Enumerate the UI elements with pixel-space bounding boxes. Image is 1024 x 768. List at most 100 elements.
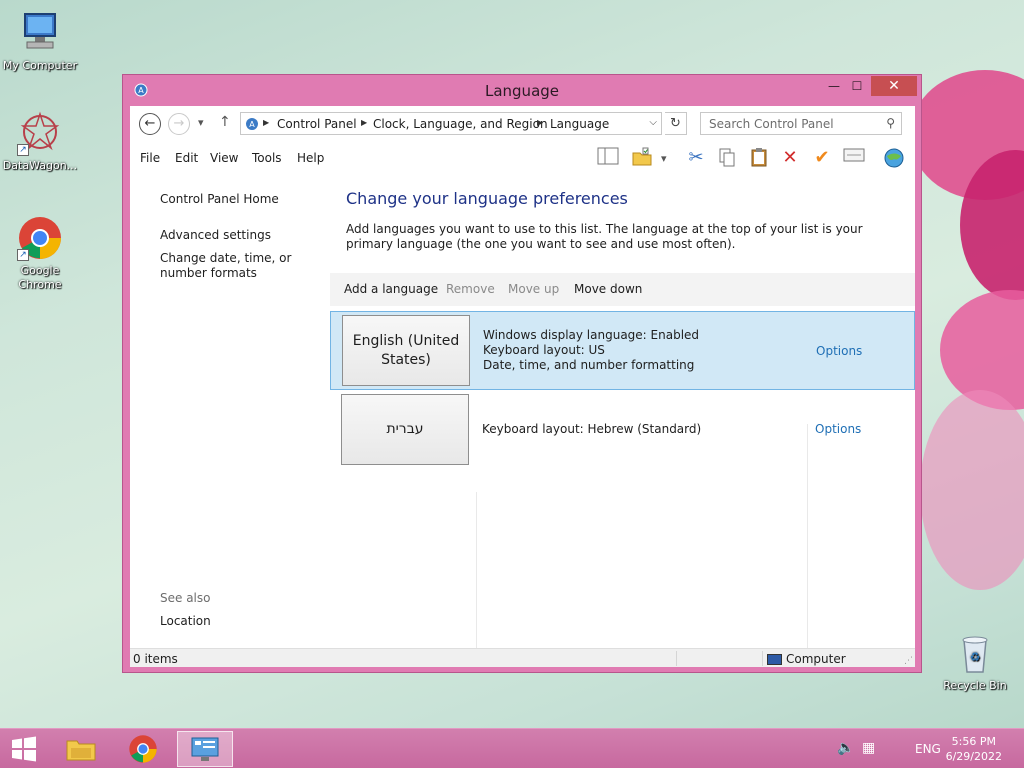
desktop-icon-my-computer[interactable]: My Computer [0, 10, 80, 73]
language-details: Keyboard layout: Hebrew (Standard) [482, 422, 701, 437]
menu-file[interactable]: File [140, 151, 160, 165]
breadcrumb-separator-icon: ▶ [263, 118, 270, 127]
address-row: ← → ▾ ↑ A ▶ Control Panel ▶ Clock, Langu… [130, 106, 915, 142]
menu-view[interactable]: View [210, 151, 238, 165]
refresh-button[interactable]: ↻ [665, 112, 687, 135]
page-title: Change your language preferences [346, 189, 628, 208]
language-options-link[interactable]: Options [815, 422, 861, 436]
properties-icon[interactable] [842, 147, 866, 169]
maximize-button[interactable]: ☐ [844, 76, 870, 96]
breadcrumb-language[interactable]: Language [550, 117, 609, 131]
up-arrow-icon[interactable]: ↑ [219, 114, 231, 130]
desktop-icon-label: Recycle Bin [943, 679, 1007, 692]
resize-grip-icon[interactable]: ⋰ [904, 656, 913, 666]
control-panel-icon [191, 737, 219, 761]
main-content-pane: Change your language preferences Add lan… [330, 174, 915, 648]
language-options-link[interactable]: Options [816, 344, 862, 358]
start-button[interactable] [0, 731, 48, 767]
svg-text:♻: ♻ [970, 650, 981, 664]
svg-text:A: A [249, 120, 255, 129]
forward-button[interactable]: → [168, 113, 190, 135]
search-icon[interactable]: ⚲ [886, 116, 895, 130]
move-up-button[interactable]: Move up [508, 282, 559, 296]
language-window: A Language — ☐ ✕ ← → ▾ ↑ A ▶ Control Pan… [122, 74, 922, 673]
checkmark-icon[interactable]: ✔ [810, 147, 834, 169]
menu-bar: File Edit View Tools Help ▾ ✂ ✕ ✔ [130, 142, 915, 174]
menu-help[interactable]: Help [297, 151, 324, 165]
computer-icon [17, 10, 63, 56]
status-item-count: 0 items [133, 652, 178, 666]
breadcrumb-separator-icon[interactable]: ▶ [537, 118, 543, 127]
clock-date: 6/29/2022 [945, 750, 1002, 763]
search-box[interactable]: ⚲ [700, 112, 902, 135]
search-input[interactable] [709, 115, 879, 132]
breadcrumb-clock-language-region[interactable]: Clock, Language, and Region [373, 117, 548, 131]
layout-pane-icon[interactable] [596, 147, 620, 169]
language-detail: Keyboard layout: US [483, 343, 605, 357]
language-list-toolbar: Add a language Remove Move up Move down [330, 273, 915, 306]
address-bar[interactable]: A ▶ Control Panel ▶ Clock, Language, and… [240, 112, 662, 135]
see-also-label: See also [160, 591, 211, 605]
globe-icon[interactable] [882, 147, 906, 169]
desktop-icon-label: Google Chrome [18, 264, 62, 291]
status-divider [762, 651, 763, 666]
windows-logo-icon [12, 736, 36, 762]
menu-edit[interactable]: Edit [175, 151, 198, 165]
left-navigation-pane: Control Panel Home Advanced settings Cha… [130, 174, 330, 648]
taskbar: 🔈 ▦ ENG 5:56 PM 6/29/2022 [0, 728, 1024, 768]
folder-options-icon[interactable] [630, 147, 654, 169]
desktop-icon-recycle-bin[interactable]: ♻ Recycle Bin [935, 630, 1015, 693]
status-location: Computer [786, 652, 846, 666]
back-button[interactable]: ← [139, 113, 161, 135]
page-description: Add languages you want to use to this li… [346, 222, 863, 251]
delete-icon[interactable]: ✕ [778, 147, 802, 169]
recycle-bin-icon: ♻ [952, 630, 998, 676]
desktop-icon-google-chrome[interactable]: ↗ Google Chrome [0, 215, 80, 292]
language-row-hebrew[interactable]: עברית Keyboard layout: Hebrew (Standard)… [330, 391, 915, 470]
clock-time: 5:56 PM [951, 735, 996, 748]
taskbar-file-explorer[interactable] [53, 731, 109, 767]
location-link[interactable]: Location [160, 614, 211, 629]
volume-muted-icon[interactable]: 🔈 [837, 740, 854, 768]
system-clock[interactable]: 5:56 PM 6/29/2022 [946, 734, 1002, 764]
language-row-english[interactable]: English (United States) Windows display … [330, 311, 915, 390]
breadcrumb-separator-icon[interactable]: ▶ [361, 118, 367, 127]
taskbar-control-panel[interactable] [177, 731, 233, 767]
copy-icon[interactable] [715, 147, 739, 169]
cut-icon[interactable]: ✂ [684, 147, 708, 169]
close-button[interactable]: ✕ [871, 76, 917, 96]
window-title: Language [484, 82, 560, 100]
advanced-settings-link[interactable]: Advanced settings [160, 228, 271, 243]
desktop-icon-datawagon[interactable]: ↗ DataWagon... [0, 110, 80, 173]
computer-icon [767, 654, 782, 665]
chrome-icon: ↗ [17, 215, 63, 261]
language-tile[interactable]: עברית [341, 394, 469, 465]
remove-language-button[interactable]: Remove [446, 282, 495, 296]
file-explorer-icon [66, 740, 96, 761]
breadcrumb-control-panel[interactable]: Control Panel [277, 117, 357, 131]
folder-options-dropdown-icon[interactable]: ▾ [661, 152, 667, 165]
change-date-time-number-formats-link[interactable]: Change date, time, or number formats [160, 251, 330, 281]
network-icon[interactable]: ▦ [862, 740, 875, 768]
language-tile[interactable]: English (United States) [342, 315, 470, 386]
window-client: ← → ▾ ↑ A ▶ Control Panel ▶ Clock, Langu… [130, 106, 915, 667]
language-detail: Date, time, and number formatting [483, 358, 695, 372]
recent-pages-dropdown-icon[interactable]: ▾ [198, 116, 204, 129]
language-detail: Keyboard layout: Hebrew (Standard) [482, 422, 702, 436]
add-language-button[interactable]: Add a language [344, 282, 438, 296]
title-bar[interactable]: A Language — ☐ ✕ [123, 75, 921, 105]
datawagon-icon: ↗ [17, 110, 63, 156]
control-panel-home-link[interactable]: Control Panel Home [160, 192, 279, 207]
status-divider [676, 651, 677, 666]
language-detail: Windows display language: Enabled [483, 328, 700, 342]
paste-icon[interactable] [747, 147, 771, 169]
taskbar-google-chrome[interactable] [115, 731, 171, 767]
desktop-icon-label: DataWagon... [2, 159, 78, 172]
move-down-button[interactable]: Move down [574, 282, 642, 296]
input-language-indicator[interactable]: ENG [915, 742, 941, 768]
language-details: Windows display language: Enabled Keyboa… [483, 328, 699, 373]
column-divider [476, 492, 477, 648]
desktop-icon-label: My Computer [2, 59, 78, 72]
menu-tools[interactable]: Tools [252, 151, 282, 165]
address-dropdown-icon[interactable]: ⌵ [649, 117, 657, 128]
